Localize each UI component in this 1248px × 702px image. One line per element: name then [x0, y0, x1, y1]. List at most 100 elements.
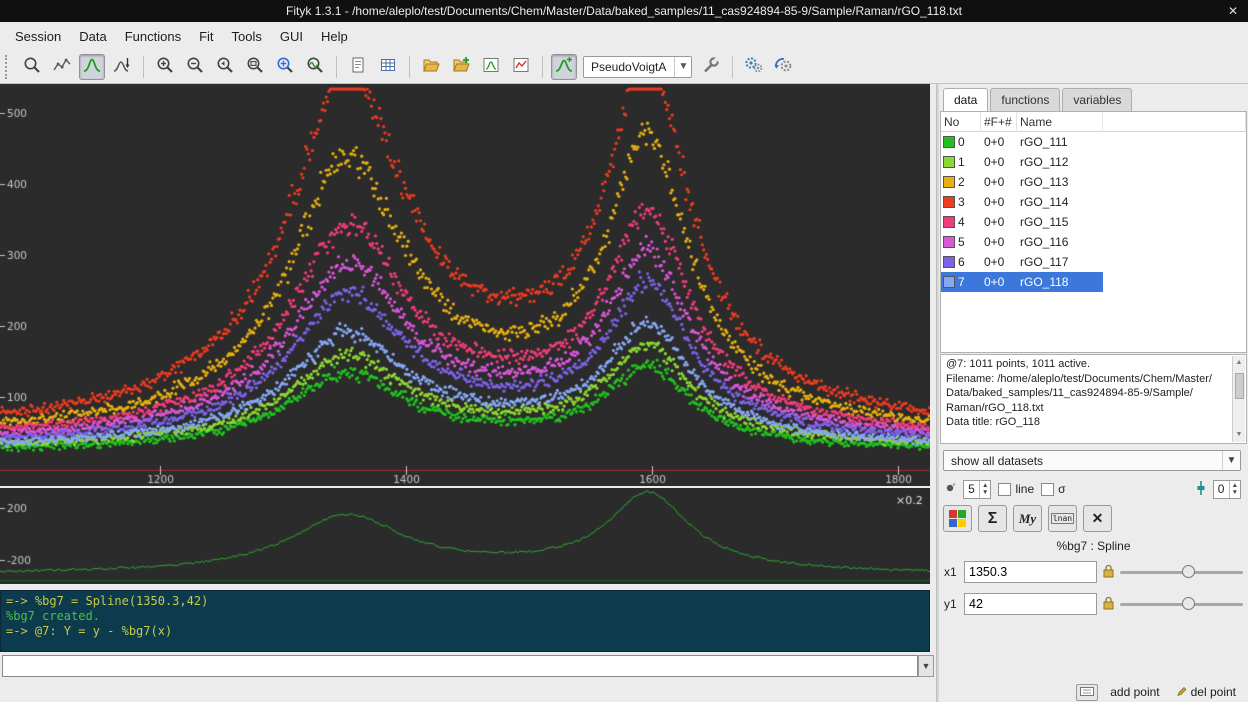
- data-table-button[interactable]: [375, 54, 401, 80]
- append-data-button[interactable]: [448, 54, 474, 80]
- auto-add-peak-button[interactable]: [551, 54, 577, 80]
- lock-icon[interactable]: [1102, 564, 1115, 581]
- zoom-out-button[interactable]: [182, 54, 208, 80]
- shift-spinner[interactable]: 0▲▼: [1213, 480, 1241, 499]
- x1-slider[interactable]: [1120, 564, 1243, 580]
- dataset-ff-cell: 0+0: [981, 212, 1017, 232]
- transform-data-button[interactable]: [508, 54, 534, 80]
- dataset-ff-cell: 0+0: [981, 192, 1017, 212]
- dataset-color-swatch[interactable]: [943, 136, 955, 148]
- wrench-icon: [701, 55, 721, 78]
- point-size-icon: [944, 482, 956, 497]
- menu-data[interactable]: Data: [70, 25, 115, 48]
- dataset-filler-cell: [1103, 192, 1246, 212]
- dataset-row[interactable]: 00+0rGO_111: [941, 132, 1246, 152]
- y1-field[interactable]: [964, 593, 1097, 615]
- load-data-button[interactable]: [418, 54, 444, 80]
- dataset-row[interactable]: 30+0rGO_114: [941, 192, 1246, 212]
- table-grid-icon: [378, 55, 398, 78]
- tab-variables[interactable]: variables: [1062, 88, 1132, 111]
- y1-slider[interactable]: [1120, 596, 1243, 612]
- dataset-index: 0: [958, 132, 965, 152]
- zoom-select-button[interactable]: [272, 54, 298, 80]
- aux-plot[interactable]: [0, 488, 930, 584]
- dataset-color-swatch[interactable]: [943, 236, 955, 248]
- title-bar[interactable]: Fityk 1.3.1 - /home/aleplo/test/Document…: [0, 0, 1248, 22]
- dataset-row[interactable]: 20+0rGO_113: [941, 172, 1246, 192]
- main-plot[interactable]: [0, 84, 930, 486]
- define-function-button[interactable]: [698, 54, 724, 80]
- slider-handle[interactable]: [1182, 565, 1195, 578]
- zoom-out-icon: [185, 55, 205, 78]
- toolbar-separator: [732, 56, 733, 78]
- del-point-button[interactable]: del point: [1172, 684, 1240, 701]
- dataset-row[interactable]: 40+0rGO_115: [941, 212, 1246, 232]
- edit-data-button[interactable]: [478, 54, 504, 80]
- fit-undo-button[interactable]: [771, 54, 797, 80]
- dataset-no-cell: 0: [941, 132, 981, 152]
- scroll-down-icon[interactable]: ▼: [1236, 428, 1243, 443]
- tab-functions[interactable]: functions: [990, 88, 1060, 111]
- dataset-color-swatch[interactable]: [943, 216, 955, 228]
- line-checkbox[interactable]: [998, 483, 1011, 496]
- dataset-row[interactable]: 70+0rGO_118: [941, 272, 1246, 292]
- command-input-row: ▼: [0, 654, 936, 680]
- dataset-name-cell: rGO_118: [1017, 272, 1103, 292]
- toolbar-grip[interactable]: [5, 55, 13, 79]
- dataset-table: No #F+# Name 00+0rGO_11110+0rGO_11220+0r…: [940, 111, 1247, 353]
- menu-gui[interactable]: GUI: [271, 25, 312, 48]
- point-size-spinner[interactable]: 5▲▼: [963, 480, 991, 499]
- scroll-up-icon[interactable]: ▲: [1236, 356, 1243, 371]
- function-mode-button[interactable]: [109, 54, 135, 80]
- sum-datasets-button[interactable]: Σ: [978, 505, 1007, 532]
- menu-help[interactable]: Help: [312, 25, 357, 48]
- scrollbar-thumb[interactable]: [1235, 373, 1244, 399]
- dataset-no-cell: 3: [941, 192, 981, 212]
- aux-plot-canvas[interactable]: [0, 488, 930, 584]
- tab-data[interactable]: data: [943, 88, 988, 112]
- spinner-arrows[interactable]: ▲▼: [979, 481, 990, 498]
- zoom-mode-button[interactable]: [19, 54, 45, 80]
- lock-icon[interactable]: [1102, 596, 1115, 613]
- dataset-row[interactable]: 50+0rGO_116: [941, 232, 1246, 252]
- function-type-combo[interactable]: PseudoVoigtA ▼: [583, 56, 692, 78]
- rename-dataset-button[interactable]: My: [1013, 505, 1042, 532]
- spinner-arrows[interactable]: ▲▼: [1229, 481, 1240, 498]
- dataset-color-swatch[interactable]: [943, 276, 955, 288]
- input-history-button[interactable]: ▼: [918, 655, 934, 677]
- dataset-name-cell: rGO_114: [1017, 192, 1103, 212]
- zoom-in-button[interactable]: [152, 54, 178, 80]
- dataset-color-swatch[interactable]: [943, 256, 955, 268]
- slider-handle[interactable]: [1182, 597, 1195, 610]
- menu-fit[interactable]: Fit: [190, 25, 222, 48]
- info-scrollbar[interactable]: ▲▼: [1232, 356, 1245, 442]
- keyboard-button[interactable]: [1076, 684, 1098, 701]
- fit-run-button[interactable]: [741, 54, 767, 80]
- dataset-no-cell: 7: [941, 272, 981, 292]
- add-peak-mode-button[interactable]: [79, 54, 105, 80]
- menu-session[interactable]: Session: [6, 25, 70, 48]
- menu-functions[interactable]: Functions: [116, 25, 190, 48]
- zoom-auto-y-button[interactable]: [302, 54, 328, 80]
- range-mode-button[interactable]: [49, 54, 75, 80]
- undo-zoom-button[interactable]: [212, 54, 238, 80]
- delete-dataset-button[interactable]: ✕: [1083, 505, 1112, 532]
- zoom-all-button[interactable]: [242, 54, 268, 80]
- dataset-filler-cell: [1103, 152, 1246, 172]
- dataset-color-swatch[interactable]: [943, 196, 955, 208]
- command-input[interactable]: [2, 655, 918, 677]
- dataset-color-swatch[interactable]: [943, 156, 955, 168]
- dataset-color-swatch[interactable]: [943, 176, 955, 188]
- x1-field[interactable]: [964, 561, 1097, 583]
- sigma-checkbox[interactable]: [1041, 483, 1054, 496]
- dataset-row[interactable]: 10+0rGO_112: [941, 152, 1246, 172]
- menu-tools[interactable]: Tools: [223, 25, 271, 48]
- transform-dataset-button[interactable]: lnan: [1048, 505, 1077, 532]
- close-icon[interactable]: ✕: [1228, 0, 1238, 22]
- add-point-button[interactable]: add point: [1106, 684, 1163, 700]
- session-script-button[interactable]: [345, 54, 371, 80]
- dataset-colors-button[interactable]: [943, 505, 972, 532]
- dataset-row[interactable]: 60+0rGO_117: [941, 252, 1246, 272]
- show-datasets-dropdown[interactable]: show all datasets ▼: [943, 450, 1241, 471]
- main-plot-canvas[interactable]: [0, 84, 930, 486]
